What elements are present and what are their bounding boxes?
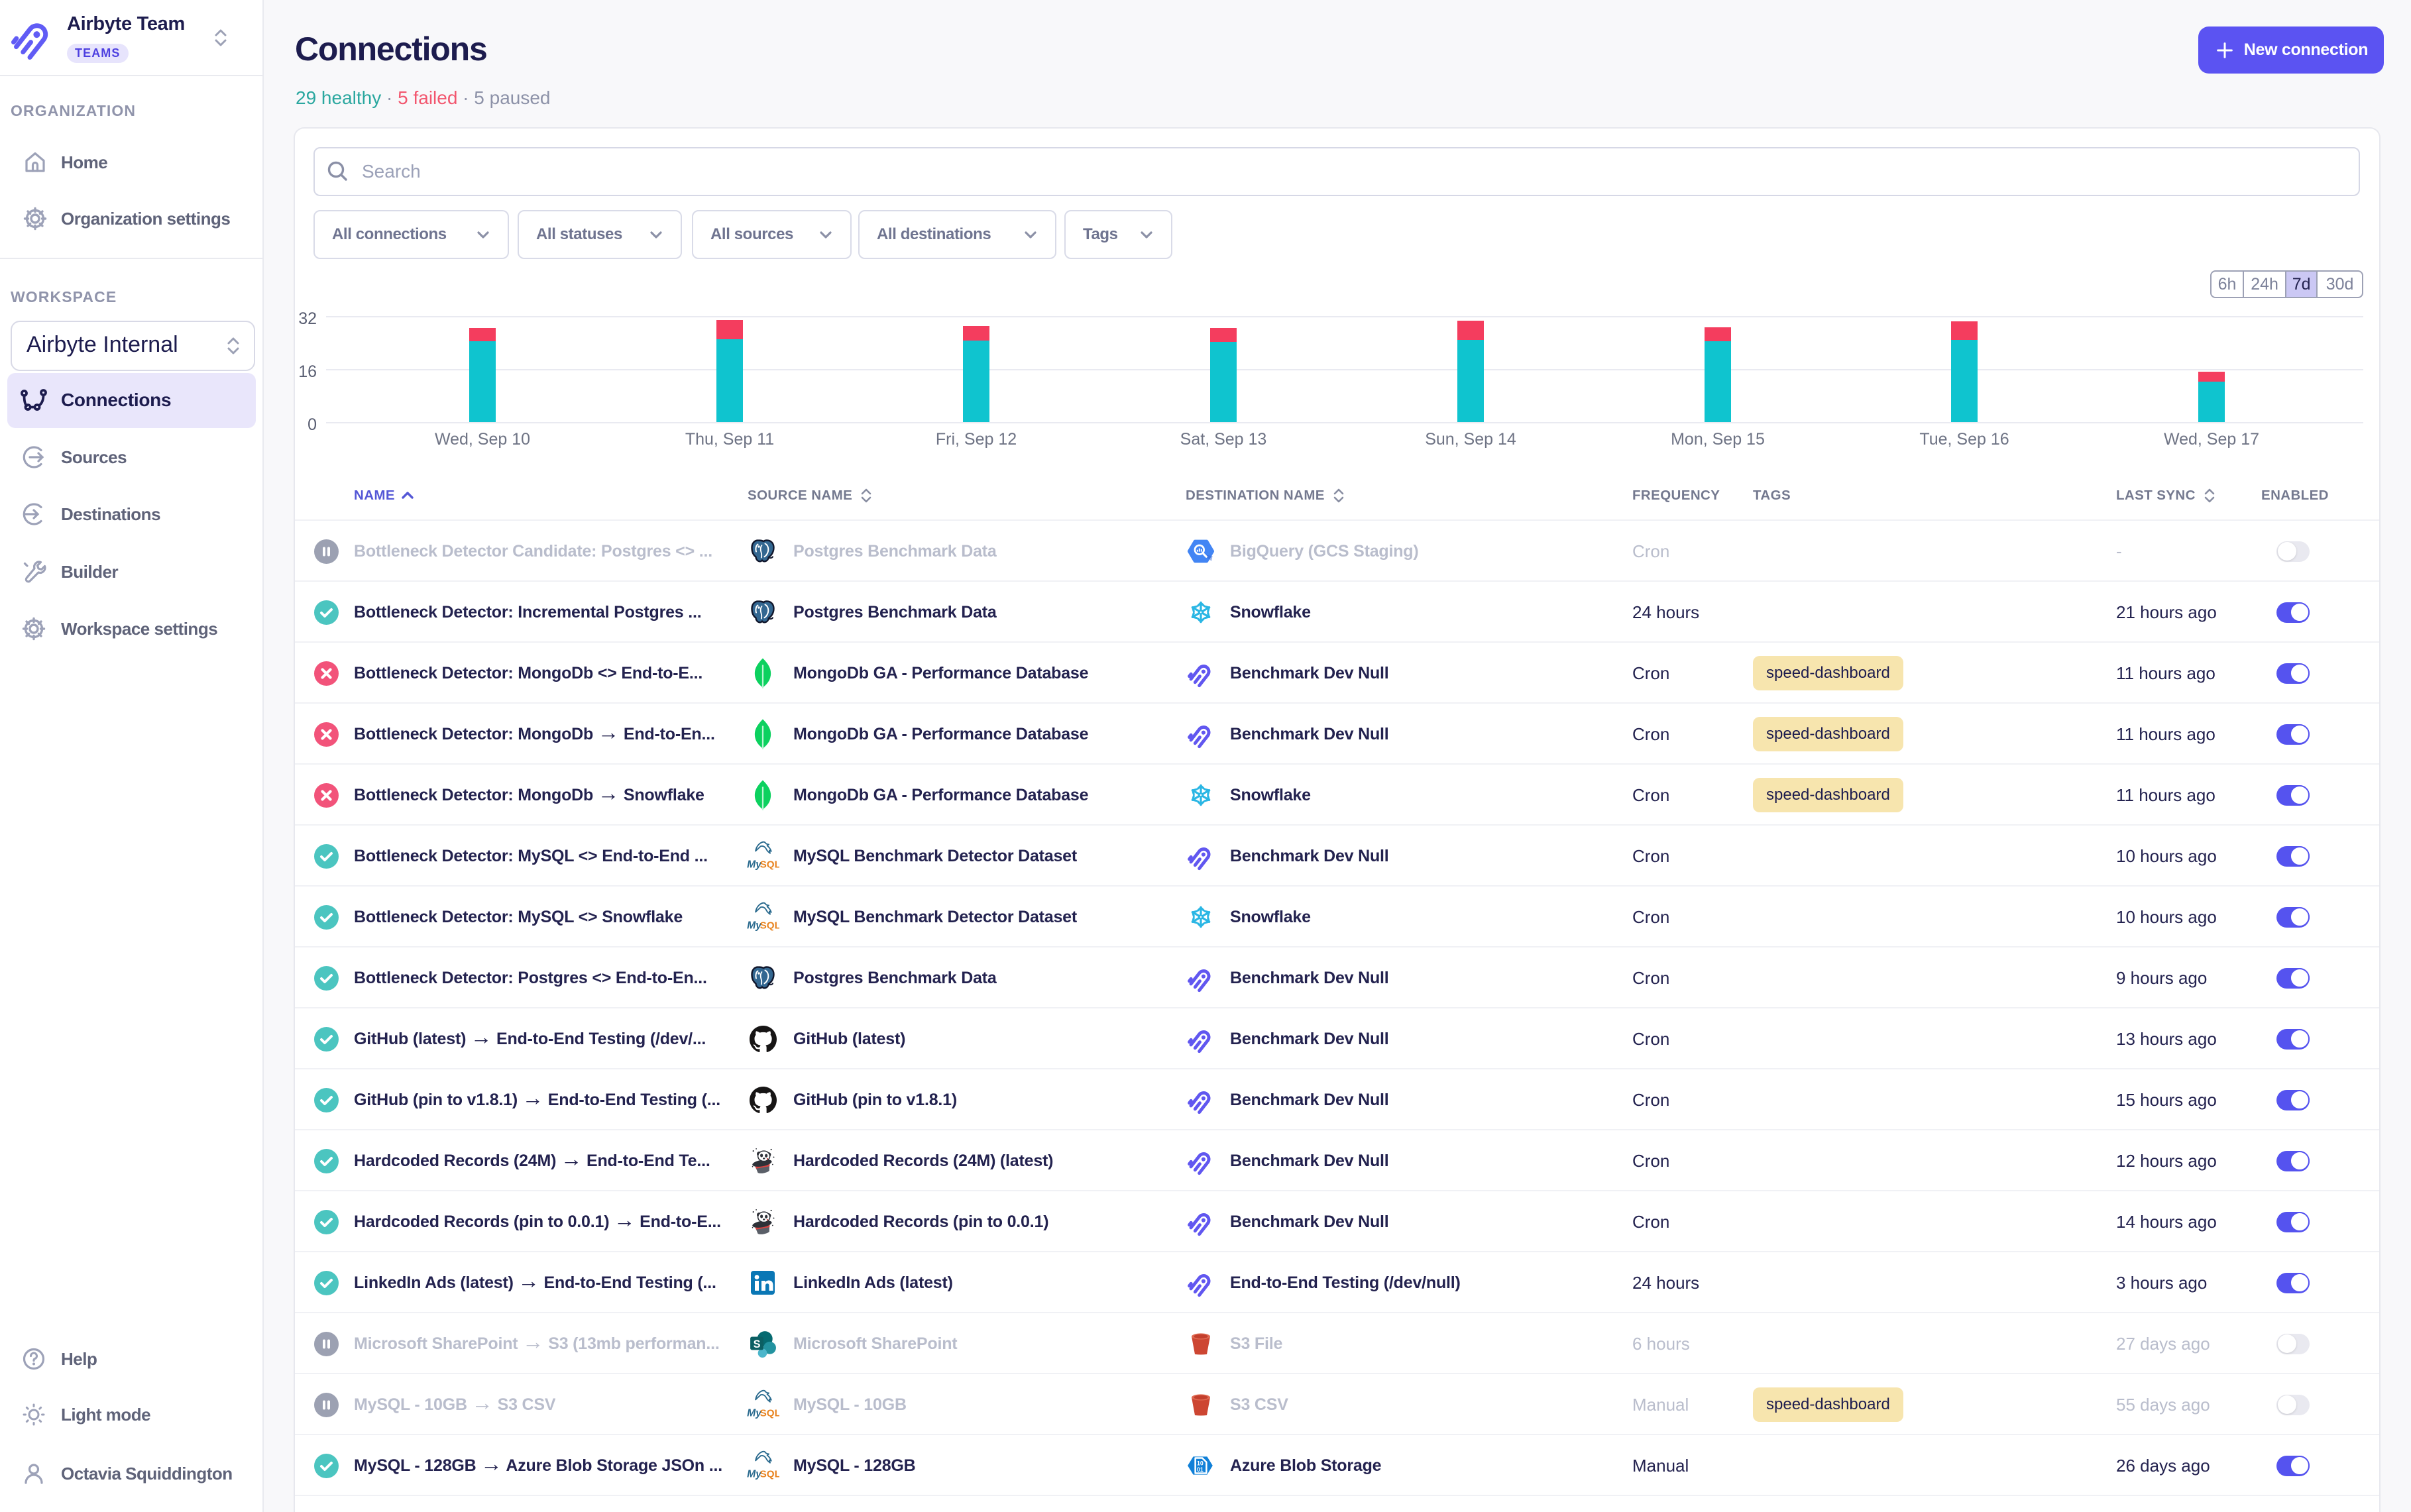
- svg-text:SQL.: SQL.: [760, 920, 779, 931]
- svg-text:SQL.: SQL.: [760, 1468, 779, 1480]
- svg-text:01: 01: [1197, 1466, 1204, 1473]
- svg-text:S: S: [754, 1338, 761, 1350]
- svg-text:SQL.: SQL.: [760, 859, 779, 870]
- svg-text:SQL.: SQL.: [760, 1407, 779, 1419]
